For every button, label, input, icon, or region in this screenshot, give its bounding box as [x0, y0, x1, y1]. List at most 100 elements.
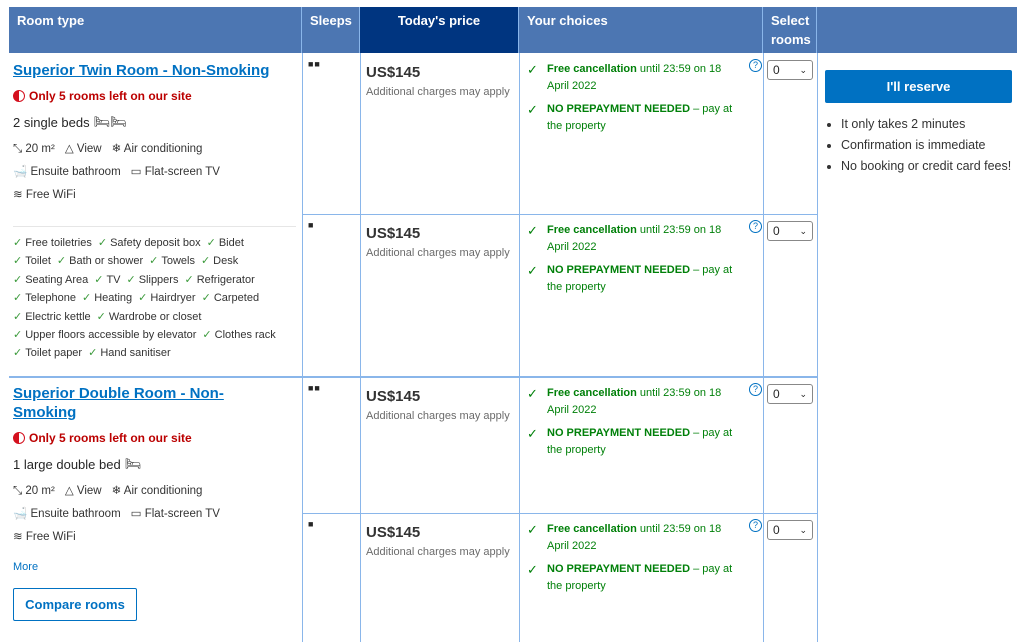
bed-info: 2 single beds 🛏🛏 [13, 114, 298, 130]
amenity: ✓ Bidet [206, 237, 244, 249]
choices: ✓ Free cancellation until 23:59 on 18 Apr… [527, 59, 762, 135]
check-icon: ✓ [97, 237, 108, 249]
bed-icon: 🛏 [124, 456, 142, 471]
check-icon: ✓ [206, 237, 216, 249]
check-icon: ✓ [527, 62, 538, 77]
facility-wifi: ≋ Free WiFi [13, 531, 76, 543]
check-icon: ✓ [56, 255, 67, 268]
header-sleeps: Sleeps [302, 7, 360, 53]
check-icon: ✓ [184, 273, 194, 286]
check-icon: ✓ [527, 223, 538, 238]
amenity: ✓ TV [94, 273, 121, 286]
divider [302, 513, 817, 514]
header-price: Today's price [360, 7, 519, 53]
scarcity-message: Only 5 rooms left on our site [13, 89, 298, 103]
check-icon: ✓ [82, 292, 92, 305]
amenity: ✓ Free toiletries [13, 237, 92, 249]
amenity: ✓ Slippers [126, 273, 179, 286]
check-icon: ✓ [527, 386, 538, 401]
amenity: ✓ Seating Area [13, 273, 89, 286]
facility-view: △ View [64, 485, 102, 497]
help-icon[interactable]: ? [749, 519, 762, 532]
chevron-down-icon: ⌄ [799, 64, 807, 75]
amenity: ✓ Carpeted [201, 292, 260, 305]
scarcity-text: Only 5 rooms left on our site [29, 89, 192, 103]
more-link[interactable]: More [13, 561, 298, 573]
help-icon[interactable]: ? [749, 59, 762, 72]
check-icon: ✓ [202, 329, 212, 342]
no-prepayment: ✓ NO PREPAYMENT NEEDED – pay at the prope… [527, 562, 733, 592]
room-divider [9, 376, 817, 378]
choices: ✓ Free cancellation until 23:59 on 18 Apr… [527, 519, 762, 595]
facility-ac: ❄ Air conditioning [111, 485, 203, 497]
divider [302, 214, 817, 215]
check-icon: ✓ [13, 310, 23, 323]
benefit: It only takes 2 minutes [841, 113, 1016, 135]
facility-view: △ View [64, 143, 102, 155]
amenity-row: ✓ Toilet ✓ Bath or shower ✓ Towels ✓ Desk [13, 252, 298, 270]
check-icon: ✓ [527, 562, 538, 577]
header-blank [817, 7, 1017, 53]
check-icon: ✓ [201, 292, 211, 305]
room-name-link[interactable]: Superior Double Room - Non-Smoking [13, 384, 243, 422]
amenity: ✓ Electric kettle [13, 310, 91, 323]
check-icon: ✓ [13, 347, 23, 360]
amenity-row: ✓ Seating Area ✓ TV ✓ Slippers ✓ Refrigerator [13, 271, 298, 289]
reserve-benefits: It only takes 2 minutes Confirmation is … [841, 113, 1016, 175]
amenity: ✓ Telephone [13, 292, 76, 305]
free-cancellation: ✓ Free cancellation until 23:59 on 18 Apr… [527, 220, 762, 256]
amenity: ✓ Bath or shower [56, 255, 144, 268]
chevron-down-icon: ⌄ [799, 225, 807, 236]
amenity: ✓ Toilet [13, 255, 51, 268]
header-select: Select rooms [763, 7, 817, 53]
check-icon: ✓ [13, 237, 23, 249]
amenity: ✓ Hairdryer [138, 292, 196, 305]
price: US$145 [366, 388, 421, 405]
check-icon: ✓ [96, 310, 106, 323]
amenity: ✓ Desk [200, 255, 239, 268]
scarcity-icon [13, 90, 25, 102]
room-quantity-select[interactable]: 0 ⌄ [767, 520, 813, 540]
facilities: ⤡ 20 m² △ View ❄ Air conditioning 🛁 Ensu… [13, 482, 243, 547]
amenity-row: ✓ Toilet paper ✓ Hand sanitiser [13, 344, 298, 362]
divider [763, 53, 764, 642]
room-quantity-select[interactable]: 0 ⌄ [767, 221, 813, 241]
amenity: ✓ Wardrobe or closet [96, 310, 202, 323]
reserve-button[interactable]: I'll reserve [825, 70, 1012, 103]
bed-icon: 🛏🛏 [93, 114, 127, 129]
bed-text: 1 large double bed [13, 456, 121, 472]
check-icon: ✓ [13, 292, 23, 305]
amenity-row: ✓ Upper floors accessible by elevator ✓ Clo… [13, 326, 298, 344]
price-block: US$145 Additional charges may apply [366, 64, 511, 102]
check-icon: ✓ [13, 329, 23, 342]
additional-charges: Additional charges may apply [366, 410, 510, 422]
facilities: ⤡ 20 m² △ View ❄ Air conditioning 🛁 Ensu… [13, 140, 243, 205]
check-icon: ✓ [527, 263, 538, 278]
divider [360, 53, 361, 642]
room-quantity-select[interactable]: 0 ⌄ [767, 60, 813, 80]
amenities-list: ✓ Free toiletries ✓ Safety deposit box ✓ Bide… [13, 234, 298, 363]
amenity-row: ✓ Telephone ✓ Heating ✓ Hairdryer ✓ Carpeted [13, 289, 298, 307]
amenity: ✓ Toilet paper [13, 347, 83, 360]
price: US$145 [366, 524, 421, 541]
scarcity-message: Only 5 rooms left on our site [13, 431, 298, 445]
price-block: US$145 Additional charges may apply [366, 225, 511, 263]
sleeps-1-persons-icon: ■ [308, 220, 315, 230]
sleeps-2-persons-icon: ■■ [308, 59, 321, 69]
additional-charges: Additional charges may apply [366, 86, 510, 98]
help-icon[interactable]: ? [749, 220, 762, 233]
amenity-row: ✓ Electric kettle ✓ Wardrobe or closet [13, 308, 298, 326]
compare-rooms-button[interactable]: Compare rooms [13, 588, 137, 621]
help-icon[interactable]: ? [749, 383, 762, 396]
check-icon: ✓ [138, 292, 148, 305]
no-prepayment: ✓ NO PREPAYMENT NEEDED – pay at the prope… [527, 102, 733, 132]
room-name-link[interactable]: Superior Twin Room - Non-Smoking [13, 62, 269, 79]
check-icon: ✓ [200, 255, 211, 268]
benefit: Confirmation is immediate [841, 135, 1016, 155]
room-quantity-select[interactable]: 0 ⌄ [767, 384, 813, 404]
price: US$145 [366, 64, 421, 81]
free-cancellation: ✓ Free cancellation until 23:59 on 18 Apr… [527, 59, 762, 95]
check-icon: ✓ [94, 273, 104, 286]
amenity: ✓ Refrigerator [184, 273, 255, 286]
check-icon: ✓ [13, 255, 23, 268]
